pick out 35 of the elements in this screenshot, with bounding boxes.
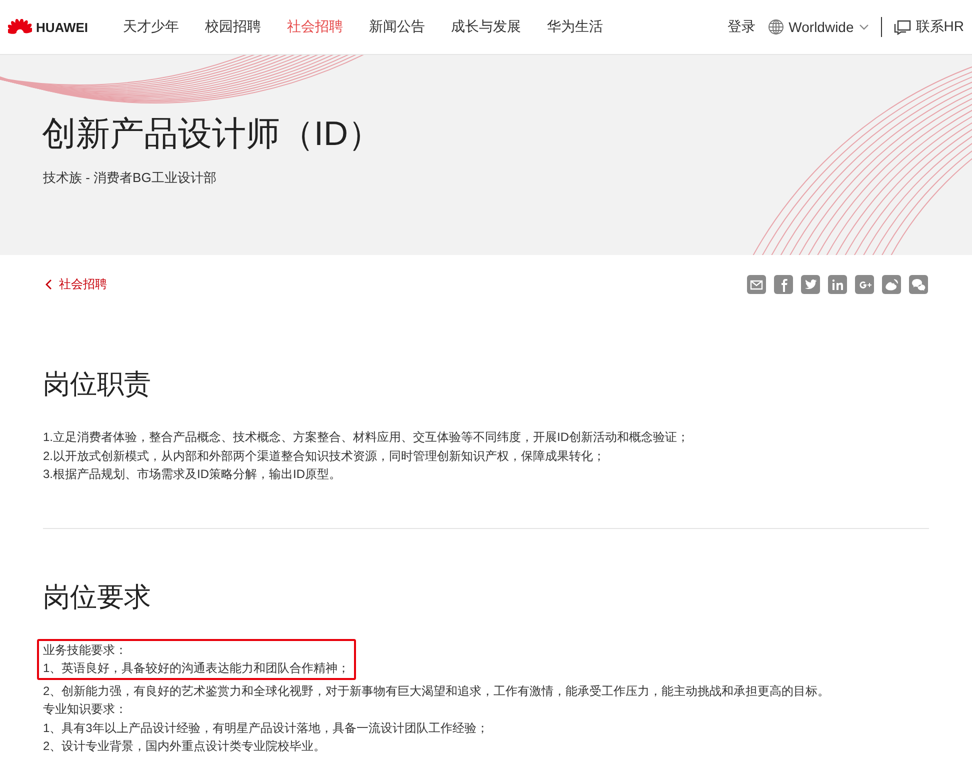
login-link[interactable]: 登录 bbox=[728, 18, 756, 36]
section-heading: 岗位职责 bbox=[43, 368, 151, 401]
contact-link[interactable]: 联系HR bbox=[894, 18, 964, 36]
g-plus-icon[interactable] bbox=[855, 275, 874, 294]
letter-f-icon[interactable] bbox=[774, 275, 793, 294]
chat-icon bbox=[894, 20, 911, 34]
nav-link[interactable]: 华为生活 bbox=[547, 18, 603, 36]
bird-icon[interactable] bbox=[801, 275, 820, 294]
body-text: 3.根据产品规划、市场需求及ID策略分解，输出ID原型。 bbox=[43, 466, 342, 483]
nav-link[interactable]: 天才少年 bbox=[123, 18, 179, 36]
body-text: 1、英语良好，具备较好的沟通表达能力和团队合作精神； bbox=[43, 660, 350, 677]
section-heading: 岗位要求 bbox=[43, 580, 151, 614]
back-link[interactable]: 社会招聘 bbox=[45, 276, 107, 293]
job-category: 技术族 - 消费者BG工业设计部 bbox=[43, 169, 216, 187]
chat-bubbles-icon[interactable] bbox=[909, 275, 928, 294]
chevron-left-icon bbox=[45, 279, 52, 290]
brand-name[interactable]: HUAWEI bbox=[36, 20, 88, 34]
body-text: 2、设计专业背景，国内外重点设计类专业院校毕业。 bbox=[43, 738, 326, 755]
mail-icon[interactable] bbox=[747, 275, 766, 294]
body-text: 1、具有3年以上产品设计经验，有明星产品设计落地，具备一流设计团队工作经验； bbox=[43, 720, 488, 736]
body-text: 2.以开放式创新模式，从内部和外部两个渠道整合知识技术资源，同时管理创新知识产权，保障成果转化； bbox=[43, 448, 606, 464]
logo-icon bbox=[8, 19, 32, 35]
globe-icon bbox=[768, 19, 784, 35]
nav-link[interactable]: 新闻公告 bbox=[369, 18, 425, 36]
nav-link[interactable]: 校园招聘 bbox=[205, 18, 261, 36]
body-text: 1.立足消费者体验，整合产品概念、技术概念、方案整合、材料应用、交互体验等不同纬度，开展ID创新活动和概念验证； bbox=[43, 429, 690, 446]
body-text: 业务技能要求： bbox=[43, 642, 127, 658]
letters-in-icon[interactable] bbox=[828, 275, 847, 294]
nav-link[interactable]: 成长与发展 bbox=[451, 18, 521, 36]
body-text: 专业知识要求： bbox=[43, 701, 127, 718]
body-text: 2、创新能力强，有良好的艺术鉴赏力和全球化视野，对于新事物有巨大渴望和追求，工作有激情，能承受工作压力，能主动挑战和承担更高的目标。 bbox=[43, 682, 830, 700]
region-selector[interactable]: Worldwide bbox=[768, 19, 869, 35]
nav-link[interactable]: 社会招聘 bbox=[287, 18, 343, 36]
chevron-down-icon bbox=[858, 24, 869, 30]
job-title: 创新产品设计师（ID） bbox=[42, 114, 382, 155]
